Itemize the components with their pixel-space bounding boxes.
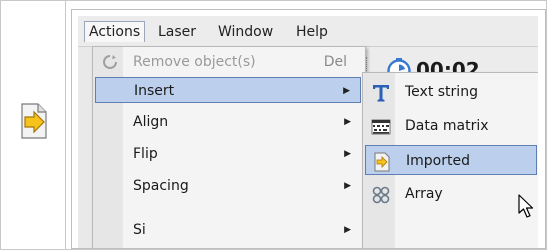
submenu-item-label: Array (405, 186, 443, 202)
menu-help[interactable]: Help (292, 22, 332, 42)
menu-item-remove-objects[interactable]: Remove object(s) Del (95, 49, 361, 75)
actions-dropdown-menu: Remove object(s) Del Insert ▶ Align ▶ Fl… (92, 46, 366, 248)
menu-laser[interactable]: Laser (154, 22, 200, 42)
menu-item-label: Remove object(s) (133, 54, 256, 70)
menu-item-shortcut: Del (323, 54, 347, 70)
imported-document-icon (21, 103, 47, 139)
menu-item-spacing[interactable]: Spacing ▶ (95, 173, 361, 199)
array-icon (372, 186, 390, 204)
submenu-item-text-string[interactable]: Text string (365, 77, 537, 107)
mouse-cursor-icon (518, 194, 534, 218)
submenu-item-label: Text string (405, 84, 478, 100)
menu-item-label: Spacing (133, 178, 189, 194)
menu-item-align[interactable]: Align ▶ (95, 109, 361, 135)
insert-submenu: Text string Data matrix Imported Array (362, 72, 538, 248)
menu-item-label: Flip (133, 146, 158, 162)
icon-cell (1, 1, 66, 249)
menu-item-partial[interactable]: Si ▶ (95, 205, 361, 238)
submenu-item-label: Data matrix (405, 118, 489, 134)
menu-item-label: Insert (134, 83, 175, 99)
menu-item-flip[interactable]: Flip ▶ (95, 141, 361, 167)
submenu-arrow-icon: ▶ (344, 117, 351, 127)
data-matrix-icon (371, 119, 391, 135)
submenu-item-label: Imported (406, 153, 470, 169)
submenu-arrow-icon: ▶ (344, 181, 351, 191)
submenu-arrow-icon: ▶ (344, 225, 351, 235)
application-window: Actions Laser Window Help 00:02 Remove o… (78, 16, 538, 248)
menu-item-label: Align (133, 114, 169, 130)
submenu-arrow-icon: ▶ (343, 86, 350, 96)
submenu-arrow-icon: ▶ (344, 149, 351, 159)
submenu-item-array[interactable]: Array (365, 179, 537, 209)
submenu-item-imported[interactable]: Imported (365, 145, 537, 175)
imported-file-icon (374, 152, 390, 172)
menu-item-insert[interactable]: Insert ▶ (95, 77, 361, 103)
submenu-item-data-matrix[interactable]: Data matrix (365, 111, 537, 141)
menu-item-label: Si (133, 222, 146, 238)
menu-actions[interactable]: Actions (84, 21, 146, 42)
menu-window[interactable]: Window (214, 22, 277, 42)
screenshot-cell: Actions Laser Window Help 00:02 Remove o… (71, 9, 546, 249)
menu-bar: Actions Laser Window Help (78, 16, 538, 47)
text-t-icon (373, 85, 389, 102)
remove-icon (103, 55, 117, 69)
screenshot-frame: Actions Laser Window Help 00:02 Remove o… (0, 0, 547, 250)
